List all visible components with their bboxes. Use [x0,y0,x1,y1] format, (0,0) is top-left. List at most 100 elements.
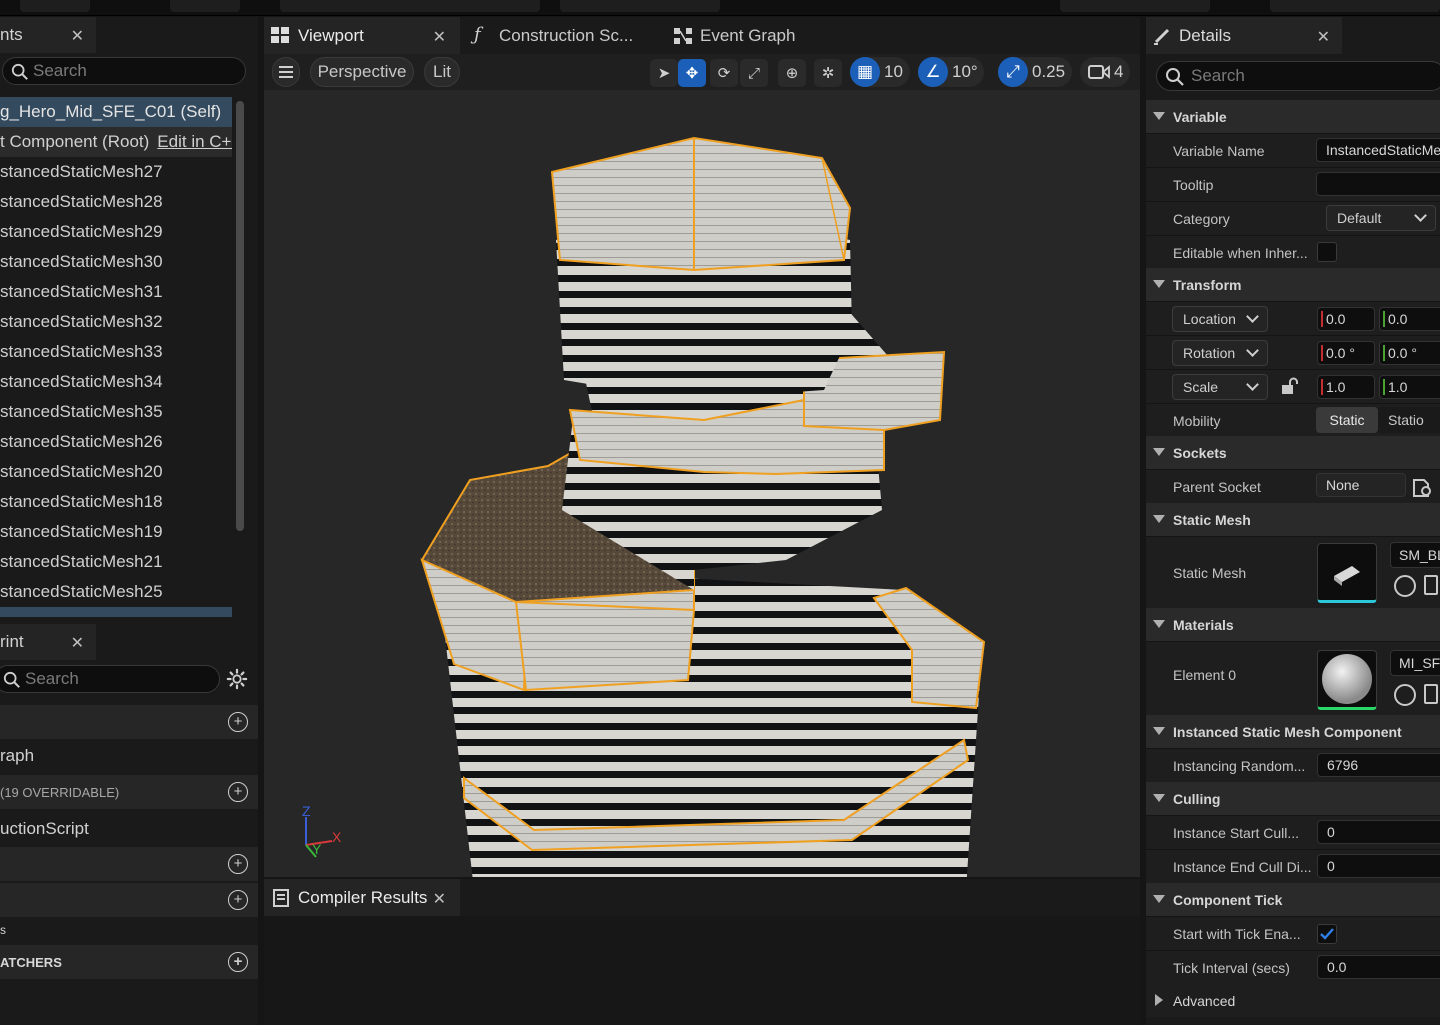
my-blueprint-search-input[interactable]: Search [0,665,220,693]
tree-item[interactable]: stancedStaticMesh32 [0,307,232,337]
tree-item[interactable]: stancedStaticMesh34 [0,367,232,397]
static-mesh-asset-field[interactable]: SM_BL [1390,542,1440,568]
close-icon[interactable]: ✕ [71,26,84,46]
category-advanced[interactable]: Advanced [1146,984,1440,1017]
add-icon[interactable]: + [228,890,248,910]
tree-item[interactable]: stancedStaticMesh35 [0,397,232,427]
toolbar-button[interactable] [20,0,90,12]
add-icon[interactable]: + [228,854,248,874]
scale-dropdown[interactable]: Scale [1172,374,1268,400]
tree-item[interactable]: stancedStaticMesh29 [0,217,232,247]
instancing-random-seed-input[interactable]: 6796 [1317,753,1440,777]
instance-start-cull-input[interactable]: 0 [1317,820,1440,844]
tree-scrollbar[interactable] [236,101,244,531]
material-thumbnail[interactable] [1317,650,1377,710]
lit-button[interactable]: Lit [424,57,460,87]
world-local-button[interactable]: ⊕ [778,59,806,87]
tree-item-self[interactable]: g_Hero_Mid_SFE_C01 (Self) [0,97,232,127]
category-sockets[interactable]: Sockets [1146,436,1440,469]
tab-construction-script[interactable]: ƒ Construction Sc... [464,17,660,54]
rotation-dropdown[interactable]: Rotation [1172,340,1268,366]
toolbar-button[interactable] [280,0,540,12]
rotation-y-input[interactable]: 0.0 ° [1379,341,1440,365]
tooltip-input[interactable] [1316,172,1440,196]
camera-speed-control[interactable]: 4 [1080,57,1130,87]
location-x-input[interactable]: 0.0 [1317,307,1375,331]
toolbar-button[interactable] [1060,0,1210,12]
perspective-button[interactable]: Perspective [310,57,414,87]
edit-in-cpp-link[interactable]: Edit in C++ [157,132,232,151]
location-dropdown[interactable]: Location [1172,306,1268,332]
surface-snap-button[interactable]: ✲ [814,59,842,87]
close-icon[interactable]: ✕ [433,27,446,47]
browse-asset-icon[interactable] [1424,575,1438,595]
rotation-snap-control[interactable]: ∠ 10° [918,57,984,87]
select-mode-button[interactable]: ➤ [650,59,678,87]
rotation-x-input[interactable]: 0.0 ° [1317,341,1375,365]
unlock-icon[interactable] [1280,377,1298,395]
instance-end-cull-input[interactable]: 0 [1317,854,1440,878]
browse-socket-icon[interactable] [1412,478,1434,498]
browse-material-icon[interactable] [1424,684,1438,704]
tree-item[interactable]: stancedStaticMesh20 [0,457,232,487]
scale-snap-control[interactable]: ⤢ 0.25 [998,57,1072,87]
editable-checkbox[interactable] [1317,242,1337,262]
category-static-mesh[interactable]: Static Mesh [1146,503,1440,536]
use-selected-asset-button[interactable] [1394,575,1416,597]
tab-details[interactable]: Details ✕ [1146,17,1342,54]
tree-item[interactable]: stancedStaticMesh33 [0,337,232,367]
tree-item-root[interactable]: t Component (Root) Edit in C++ [0,127,232,157]
add-icon[interactable]: + [228,712,248,732]
close-icon[interactable]: ✕ [1317,27,1330,47]
my-blueprint-section[interactable]: raph [0,739,258,773]
mobility-static-option[interactable]: Static [1316,407,1378,433]
category-variable[interactable]: Variable [1146,100,1440,133]
components-search-input[interactable]: Search [2,57,246,85]
tree-item[interactable]: stancedStaticMesh19 [0,517,232,547]
translate-mode-button[interactable]: ✥ [678,59,706,87]
add-icon[interactable]: + [228,782,248,802]
details-search-input[interactable]: Search [1156,61,1440,91]
scale-y-input[interactable]: 1.0 [1379,375,1440,399]
tree-item[interactable]: stancedStaticMesh30 [0,247,232,277]
tab-event-graph[interactable]: Event Graph [664,17,860,54]
add-icon[interactable]: + [228,952,248,972]
category-component-tick[interactable]: Component Tick [1146,883,1440,916]
tab-my-blueprint[interactable]: rint ✕ [0,624,96,660]
my-blueprint-section[interactable]: ATCHERS + [0,945,258,979]
category-transform[interactable]: Transform [1146,268,1440,301]
tree-item[interactable]: stancedStaticMesh27 [0,157,232,187]
tab-components[interactable]: nts ✕ [0,17,96,53]
use-selected-material-button[interactable] [1394,684,1416,706]
my-blueprint-section[interactable]: + [0,883,258,917]
tree-item[interactable] [0,607,232,617]
toolbar-button[interactable] [560,0,720,12]
tree-item[interactable]: stancedStaticMesh18 [0,487,232,517]
my-blueprint-section[interactable]: s [0,919,258,941]
tree-item[interactable]: stancedStaticMesh28 [0,187,232,217]
grid-snap-control[interactable]: ▦ 10 [850,57,910,87]
my-blueprint-section[interactable]: uctionScript [0,812,258,846]
my-blueprint-section[interactable]: + [0,705,258,739]
my-blueprint-section[interactable]: (19 OVERRIDABLE) + [0,775,258,809]
material-asset-field[interactable]: MI_SFE [1390,650,1440,676]
viewport-menu-button[interactable] [272,57,300,87]
category-instanced-static-mesh-component[interactable]: Instanced Static Mesh Component [1146,715,1440,748]
rotate-mode-button[interactable]: ⟳ [710,59,738,87]
toolbar-button[interactable] [1270,0,1440,12]
static-mesh-thumbnail[interactable] [1317,543,1377,603]
tick-interval-input[interactable]: 0.0 [1317,955,1440,979]
category-materials[interactable]: Materials [1146,608,1440,641]
category-dropdown[interactable]: Default [1326,205,1436,231]
close-icon[interactable]: ✕ [71,633,84,653]
toolbar-button[interactable] [170,0,240,12]
location-y-input[interactable]: 0.0 [1379,307,1440,331]
scale-mode-button[interactable]: ⤢ [740,59,768,87]
gear-icon[interactable] [226,668,248,690]
tree-item[interactable]: stancedStaticMesh31 [0,277,232,307]
parent-socket-field[interactable]: None [1316,473,1406,497]
tab-viewport[interactable]: Viewport ✕ [264,17,460,54]
tab-compiler-results[interactable]: Compiler Results ✕ [264,879,460,916]
start-with-tick-checkbox[interactable] [1317,924,1337,944]
category-culling[interactable]: Culling [1146,782,1440,815]
